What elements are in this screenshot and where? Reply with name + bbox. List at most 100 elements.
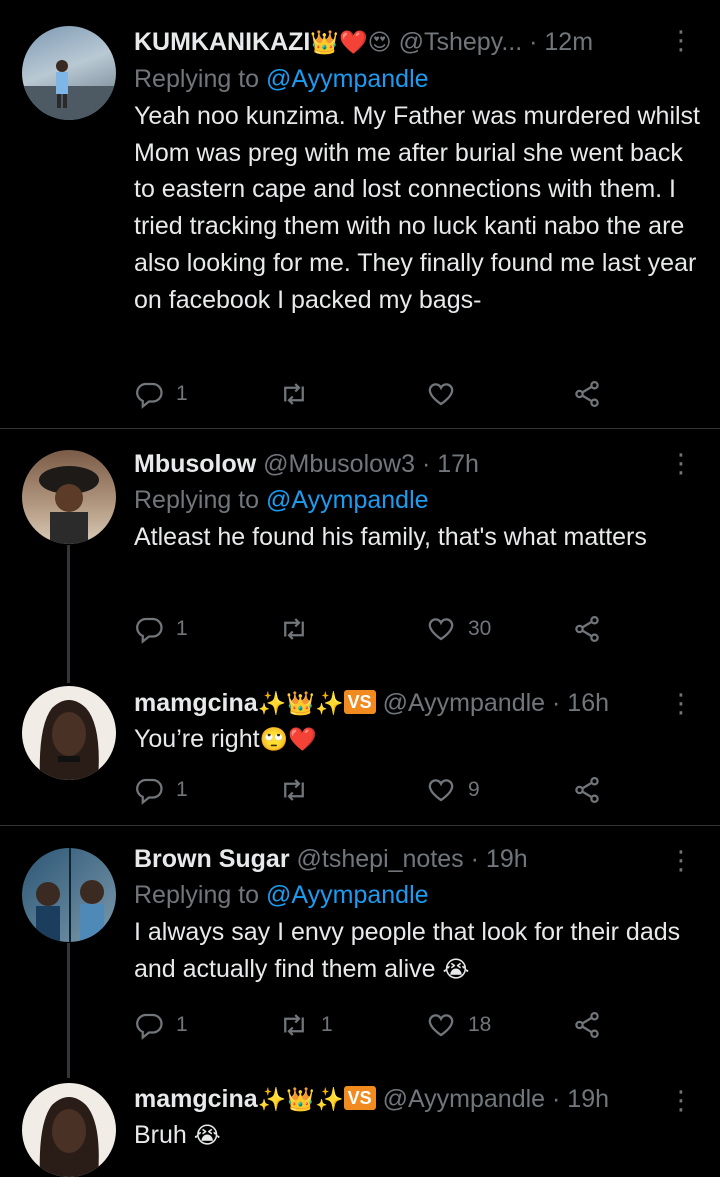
replying-to: Replying to @Ayympandle: [134, 486, 429, 514]
tweet-header: mamgcina✨👑✨ VS @Ayympandle · 19h: [134, 1084, 700, 1115]
tweet-text-container: You’re right🙄❤️: [134, 721, 700, 759]
tweet-actions: 1 1 18: [134, 1010, 614, 1044]
heart-icon: [428, 779, 454, 802]
timestamp[interactable]: · 16h: [552, 689, 609, 717]
share-icon: [575, 616, 599, 642]
display-name[interactable]: mamgcina: [134, 1085, 258, 1113]
tweet-emojis: 🙄❤️: [259, 727, 317, 753]
name-emojis: ✨👑✨: [257, 691, 344, 717]
display-name[interactable]: mamgcina: [134, 689, 258, 717]
tweet-actions: 1 9: [134, 775, 614, 809]
heart-icon: [428, 618, 454, 641]
display-name[interactable]: KUMKANIKAZI: [134, 28, 310, 56]
like-count: 18: [468, 1013, 492, 1036]
share-icon: [575, 1012, 599, 1038]
reply-button[interactable]: 1: [134, 1010, 188, 1040]
user-handle[interactable]: @Tshepy...: [399, 28, 523, 56]
share-button[interactable]: [572, 1010, 614, 1040]
reply-icon: [136, 1013, 163, 1040]
avatar[interactable]: [22, 848, 116, 942]
avatar[interactable]: [22, 450, 116, 544]
heart-icon: [428, 1014, 454, 1037]
tweet[interactable]: Mbusolow @Mbusolow3 · 17h Replying to @A…: [0, 429, 720, 679]
replying-to-handle[interactable]: @Ayympandle: [266, 486, 429, 514]
tweet-text: Bruh: [134, 1121, 187, 1149]
tweet-emojis: 😭: [442, 956, 470, 983]
timestamp[interactable]: · 19h: [471, 845, 528, 873]
tweet-actions: 1 30: [134, 614, 614, 648]
tweet-actions: 1: [134, 379, 614, 413]
retweet-button[interactable]: [279, 614, 321, 644]
retweet-icon: [284, 779, 304, 801]
reply-count: 1: [176, 382, 188, 405]
more-options-icon[interactable]: ⋮: [668, 27, 694, 53]
share-button[interactable]: [572, 775, 614, 805]
retweet-icon: [284, 383, 304, 405]
retweet-icon: [284, 618, 304, 640]
reply-icon: [136, 382, 163, 409]
retweet-button[interactable]: [279, 379, 321, 409]
retweet-icon: [284, 1014, 304, 1036]
share-button[interactable]: [572, 379, 614, 409]
more-options-icon[interactable]: ⋮: [668, 1087, 694, 1113]
tweet-header: mamgcina✨👑✨ VS @Ayympandle · 16h: [134, 688, 700, 719]
avatar[interactable]: [22, 686, 116, 780]
share-icon: [575, 777, 599, 803]
tweet-text: I always say I envy people that look for…: [134, 918, 681, 983]
user-handle[interactable]: @Ayympandle: [383, 689, 546, 717]
reply-icon: [136, 617, 163, 644]
like-button[interactable]: 9: [426, 775, 480, 805]
display-name[interactable]: Brown Sugar: [134, 845, 290, 873]
like-count: 30: [468, 617, 492, 640]
tweet-emojis: 😭: [193, 1123, 221, 1149]
like-button[interactable]: [426, 379, 468, 409]
tweet-text: Atleast he found his family, that's what…: [134, 523, 647, 551]
tweet[interactable]: mamgcina✨👑✨ VS @Ayympandle · 19h Bruh 😭 ⋮: [0, 1076, 720, 1177]
reply-count: 1: [176, 778, 188, 801]
retweet-button[interactable]: 1: [279, 1010, 333, 1040]
tweet-text-container: Bruh 😭: [134, 1117, 700, 1155]
tweet[interactable]: Brown Sugar @tshepi_notes · 19h Replying…: [0, 826, 720, 1076]
replying-to-handle[interactable]: @Ayympandle: [266, 65, 429, 93]
replying-to-handle[interactable]: @Ayympandle: [266, 881, 429, 909]
user-handle[interactable]: @Mbusolow3: [263, 450, 415, 478]
reply-count: 1: [176, 1013, 188, 1036]
tweet-header: KUMKANIKAZI👑❤️😍 @Tshepy... · 12m: [134, 27, 700, 58]
tweet[interactable]: KUMKANIKAZI👑❤️😍 @Tshepy... · 12m Replyin…: [0, 0, 720, 428]
reply-count: 1: [176, 617, 188, 640]
user-handle[interactable]: @Ayympandle: [383, 1085, 546, 1113]
tweet-text: Yeah noo kunzima. My Father was murdered…: [134, 102, 701, 314]
timestamp[interactable]: · 12m: [529, 28, 593, 56]
more-options-icon[interactable]: ⋮: [668, 690, 694, 716]
like-button[interactable]: 30: [426, 614, 491, 644]
reply-icon: [136, 778, 163, 805]
vs-badge: VS: [343, 1086, 376, 1110]
tweet-header: Brown Sugar @tshepi_notes · 19h: [134, 844, 700, 874]
name-emojis: 👑❤️😍: [310, 30, 392, 56]
user-handle[interactable]: @tshepi_notes: [297, 845, 464, 873]
share-button[interactable]: [572, 614, 614, 644]
timestamp[interactable]: · 17h: [422, 450, 479, 478]
timestamp[interactable]: · 19h: [552, 1085, 609, 1113]
reply-button[interactable]: 1: [134, 775, 188, 805]
tweet-text-container: I always say I envy people that look for…: [134, 914, 700, 988]
name-emojis: ✨👑✨: [257, 1087, 344, 1113]
tweet-text: You’re right: [134, 725, 260, 753]
tweet-header: Mbusolow @Mbusolow3 · 17h: [134, 449, 700, 479]
reply-button[interactable]: 1: [134, 379, 188, 409]
like-button[interactable]: 18: [426, 1010, 491, 1040]
retweet-count: 1: [321, 1013, 333, 1036]
more-options-icon[interactable]: ⋮: [668, 450, 694, 476]
like-count: 9: [468, 778, 480, 801]
retweet-button[interactable]: [279, 775, 321, 805]
vs-badge: VS: [343, 690, 376, 714]
share-icon: [575, 381, 599, 407]
replying-to: Replying to @Ayympandle: [134, 881, 429, 909]
tweet[interactable]: mamgcina✨👑✨ VS @Ayympandle · 16h You’re r…: [0, 679, 720, 825]
display-name[interactable]: Mbusolow: [134, 450, 256, 478]
replying-to: Replying to @Ayympandle: [134, 65, 429, 93]
reply-button[interactable]: 1: [134, 614, 188, 644]
more-options-icon[interactable]: ⋮: [668, 847, 694, 873]
avatar[interactable]: [22, 1083, 116, 1177]
avatar[interactable]: [22, 26, 116, 120]
